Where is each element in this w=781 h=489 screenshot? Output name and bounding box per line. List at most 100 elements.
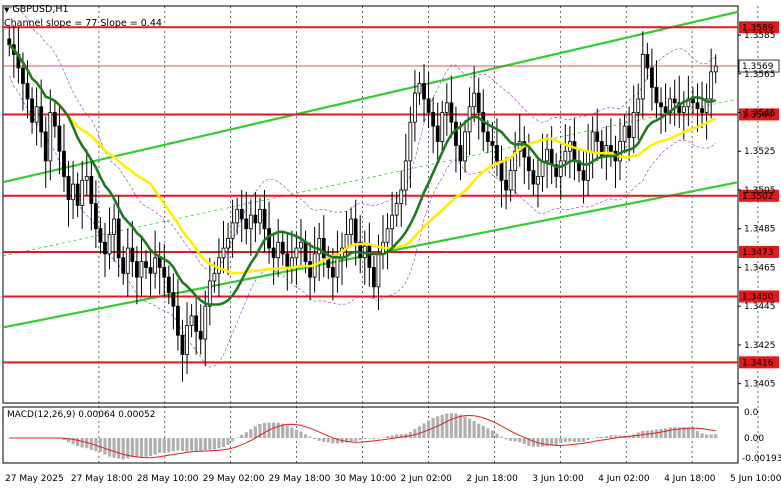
candle-body <box>130 247 135 263</box>
candle-body <box>654 86 659 104</box>
macd-histogram-bar <box>513 438 517 442</box>
macd-histogram-bar <box>563 438 567 443</box>
macd-histogram-bar <box>299 431 303 438</box>
macd-histogram-bar <box>385 436 390 438</box>
macd-label: MACD(12,26,9) 0.00064 0.00052 <box>7 410 156 420</box>
price-axis-label: 1.3445 <box>744 302 776 312</box>
candle-body <box>148 267 153 274</box>
candle-body <box>125 247 130 274</box>
macd-histogram-bar <box>144 438 148 457</box>
indicator-label: Channel slope = 77 Slope = 0.44 <box>4 18 162 29</box>
macd-histogram-bar <box>294 429 299 438</box>
candle-body <box>226 237 230 249</box>
candle-body <box>248 214 253 230</box>
candle-body <box>289 257 294 268</box>
candle-body <box>134 261 139 278</box>
macd-histogram-bar <box>212 438 216 450</box>
candle-body <box>572 141 577 162</box>
candle-body <box>39 106 44 133</box>
candle-body <box>144 261 148 268</box>
candle-body <box>463 131 467 162</box>
macd-histogram-bar <box>495 433 499 438</box>
candle-body <box>335 257 340 278</box>
candle-body <box>98 228 103 243</box>
macd-histogram-bar <box>540 438 545 447</box>
candle-body <box>89 176 94 204</box>
level-price-label: 1.3416 <box>742 358 774 368</box>
candle-body <box>93 203 98 230</box>
candle-body <box>139 261 144 278</box>
candle-body <box>422 83 426 100</box>
price-axis-label: 1.3505 <box>744 186 776 196</box>
candle-body <box>107 234 112 255</box>
candle-body <box>608 145 613 152</box>
macd-axis-label: -0.00193 <box>742 454 781 464</box>
candle-body <box>43 131 48 162</box>
candle-body <box>80 179 85 206</box>
candle-body <box>171 292 176 307</box>
candle-body <box>476 92 481 113</box>
macd-histogram-bar <box>217 438 221 449</box>
time-axis-label: 30 May 10:00 <box>335 474 397 484</box>
macd-histogram-bar <box>499 436 504 438</box>
collapse-triangle-icon[interactable]: ▼ <box>4 6 9 14</box>
candle-body <box>344 234 349 249</box>
candle-body <box>709 71 714 100</box>
price-axis-label: 1.3405 <box>744 380 776 390</box>
candle-body <box>545 148 549 162</box>
candle-body <box>34 106 39 123</box>
macd-histogram-bar <box>586 438 590 441</box>
candle-body <box>303 241 308 263</box>
macd-histogram-bar <box>568 438 572 442</box>
candle-body <box>189 315 194 326</box>
candle-body <box>435 125 440 142</box>
level-price-label: 1.3473 <box>742 248 774 258</box>
macd-histogram-bar <box>354 438 358 441</box>
macd-histogram-bar <box>244 432 248 438</box>
macd-histogram-bar <box>691 428 695 438</box>
price-axis-label: 1.3485 <box>744 225 776 235</box>
candle-body <box>212 272 217 282</box>
time-axis-label: 29 May 18:00 <box>269 474 331 484</box>
candle-body <box>185 325 189 355</box>
macd-histogram-bar <box>349 438 353 442</box>
candle-body <box>426 98 431 113</box>
candle-body <box>285 253 290 268</box>
price-chart-svg[interactable]: 1.35891.35441.35021.34731.34501.34161.35… <box>0 0 781 489</box>
time-axis-label: 4 Jun 18:00 <box>664 474 716 484</box>
time-axis-label: 3 Jun 10:00 <box>532 474 584 484</box>
candle-body <box>440 112 445 142</box>
candle-body <box>558 160 563 177</box>
macd-histogram-bar <box>709 434 713 438</box>
candle-body <box>103 241 107 255</box>
macd-histogram-bar <box>468 418 472 438</box>
candle-body <box>504 179 508 191</box>
candle-body <box>71 183 75 201</box>
macd-histogram-bar <box>458 414 463 438</box>
candle-body <box>262 208 267 230</box>
price-axis-label: 1.3565 <box>744 70 776 80</box>
candle-body <box>631 112 636 139</box>
macd-histogram-bar <box>591 438 595 439</box>
macd-histogram-bar <box>249 429 253 438</box>
macd-histogram-bar <box>363 438 367 439</box>
macd-histogram-bar <box>112 438 116 458</box>
price-axis-label: 1.3545 <box>744 109 776 119</box>
macd-histogram-bar <box>185 438 189 452</box>
macd-histogram-bar <box>326 438 330 443</box>
candle-body <box>330 267 335 278</box>
candle-body <box>308 261 312 278</box>
macd-histogram-bar <box>417 426 422 438</box>
candle-body <box>203 305 208 340</box>
macd-histogram-bar <box>668 427 672 438</box>
macd-histogram-bar <box>449 413 453 438</box>
candle-body <box>371 267 376 288</box>
time-axis-label: 27 May 18:00 <box>71 474 133 484</box>
candle-body <box>276 241 281 259</box>
chart-window[interactable]: 1.3589 1.3544 1.3502 1.3473 1.3450 1.3416 1.35… <box>0 0 781 489</box>
macd-histogram-bar <box>531 438 536 447</box>
candle-body <box>595 131 600 142</box>
macd-histogram-bar <box>290 427 294 438</box>
macd-histogram-bar <box>390 435 394 438</box>
macd-histogram-bar <box>226 438 230 445</box>
